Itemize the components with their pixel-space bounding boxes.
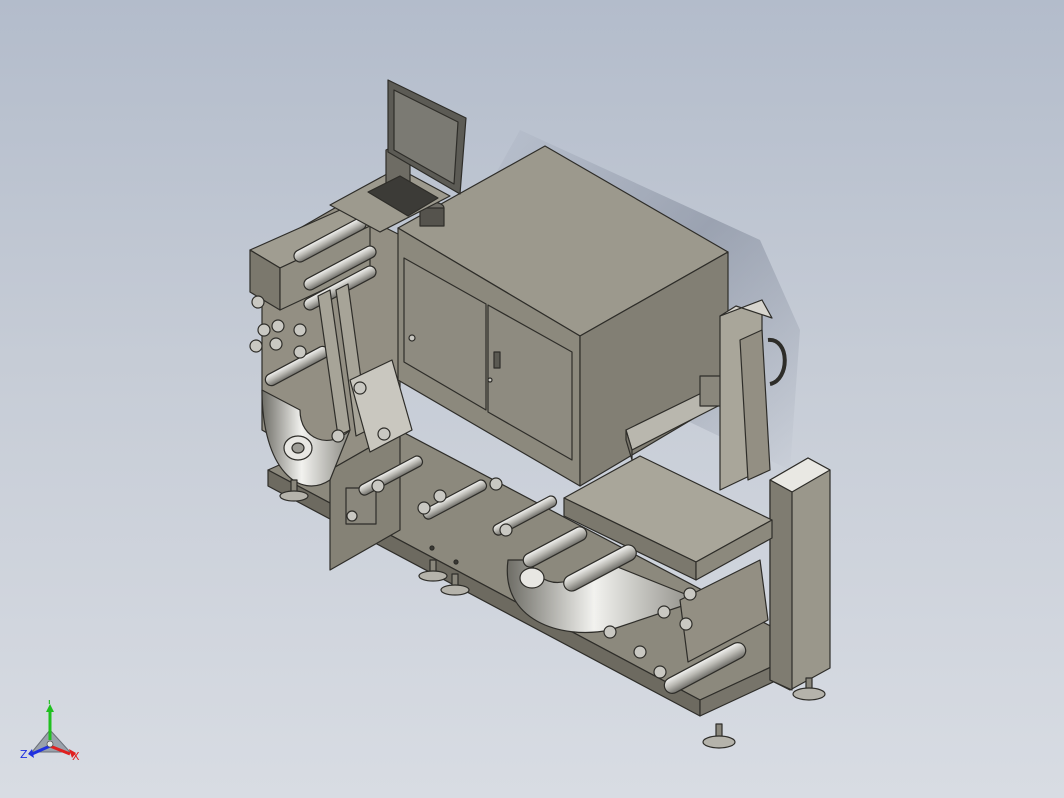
leveling-foot: [702, 723, 736, 749]
signal-beacon-body: [419, 207, 445, 227]
motor-shaft: [346, 510, 358, 522]
cad-viewport[interactable]: Y X Z: [0, 0, 1064, 798]
triad-x-label: X: [72, 750, 80, 763]
roller-end: [489, 477, 503, 491]
printing-machine-model[interactable]: [0, 0, 1064, 798]
door-handle-icon[interactable]: [493, 351, 501, 369]
roller-end: [417, 501, 431, 515]
unwind-core-hub: [291, 442, 305, 454]
triad-z-label: Z: [20, 748, 28, 761]
triad-origin: [46, 740, 54, 748]
right-side-frame-front: [769, 479, 793, 691]
roller-end: [433, 489, 447, 503]
guide-roller-end: [377, 427, 391, 441]
guide-roller-end: [353, 381, 367, 395]
roller-end: [499, 523, 513, 537]
base-hole: [429, 545, 435, 551]
triad-y-label: Y: [45, 700, 53, 707]
coordinate-triad[interactable]: Y X Z: [14, 700, 94, 770]
guide-roller-end: [331, 429, 345, 443]
rewind-core: [519, 567, 545, 589]
base-hole: [453, 559, 459, 565]
roller-end: [371, 479, 385, 493]
door-lock-icon[interactable]: [487, 377, 493, 383]
door-lock-icon[interactable]: [408, 334, 416, 342]
